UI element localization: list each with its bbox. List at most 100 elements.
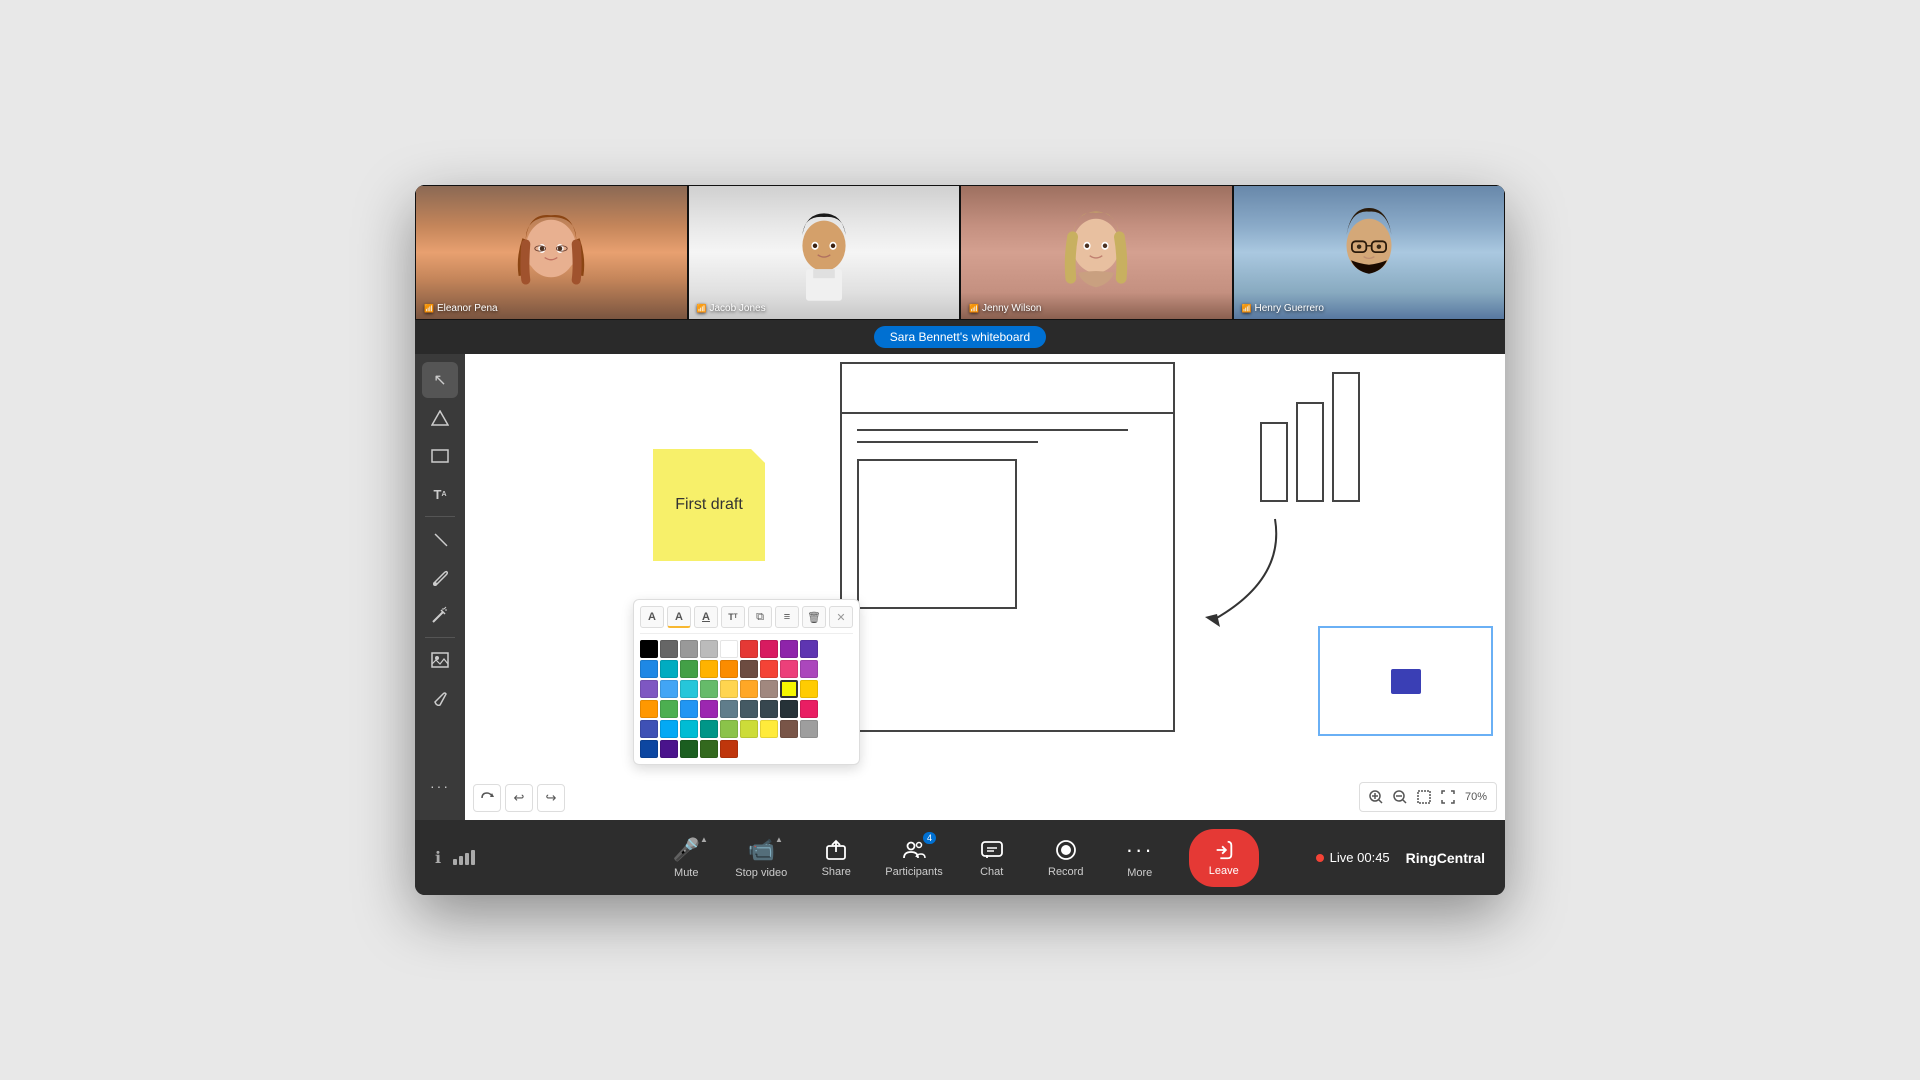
video-tile-henry[interactable]: 📶 Henry Guerrero [1233, 185, 1506, 320]
color-swatch-1[interactable] [660, 640, 678, 658]
color-swatch-17[interactable] [800, 660, 818, 678]
color-swatch-44[interactable] [800, 720, 818, 738]
record-button[interactable]: Record [1041, 838, 1091, 878]
color-swatch-15[interactable] [760, 660, 778, 678]
leave-button[interactable]: Leave [1189, 829, 1259, 887]
color-swatch-45[interactable] [640, 740, 658, 758]
cp-text-btn[interactable]: A [640, 606, 664, 628]
color-swatch-34[interactable] [780, 700, 798, 718]
color-swatch-10[interactable] [660, 660, 678, 678]
participants-button[interactable]: 4 Participants [885, 838, 942, 878]
cp-list-btn[interactable]: ≡ [775, 606, 799, 628]
zoom-out-btn[interactable] [1389, 786, 1411, 808]
color-swatch-8[interactable] [800, 640, 818, 658]
color-swatch-37[interactable] [660, 720, 678, 738]
canvas-bottom-left: ↩ ↪ [473, 784, 565, 812]
color-swatch-27[interactable] [640, 700, 658, 718]
zoom-in-btn[interactable] [1365, 786, 1387, 808]
blue-card[interactable] [1318, 626, 1493, 736]
color-swatch-29[interactable] [680, 700, 698, 718]
color-swatch-35[interactable] [800, 700, 818, 718]
color-swatch-48[interactable] [700, 740, 718, 758]
color-swatch-3[interactable] [700, 640, 718, 658]
undo-btn[interactable]: ↩ [505, 784, 533, 812]
brush-tool[interactable] [422, 559, 458, 595]
color-swatch-25[interactable] [780, 680, 798, 698]
eraser-tool[interactable] [422, 680, 458, 716]
mute-label: Mute [674, 867, 698, 879]
color-swatch-0[interactable] [640, 640, 658, 658]
color-swatch-33[interactable] [760, 700, 778, 718]
color-swatch-46[interactable] [660, 740, 678, 758]
image-tool[interactable] [422, 642, 458, 678]
color-swatch-36[interactable] [640, 720, 658, 738]
color-swatch-28[interactable] [660, 700, 678, 718]
sticky-note[interactable]: First draft [653, 449, 765, 561]
pen-tool[interactable]: | [415, 514, 465, 565]
participants-icon [902, 838, 926, 862]
color-swatch-7[interactable] [780, 640, 798, 658]
color-swatch-49[interactable] [720, 740, 738, 758]
share-button[interactable]: Share [811, 838, 861, 878]
cp-underline-btn[interactable]: A [694, 606, 718, 628]
signal-bars[interactable] [453, 850, 475, 865]
color-swatch-12[interactable] [700, 660, 718, 678]
color-swatch-26[interactable] [800, 680, 818, 698]
color-swatch-43[interactable] [780, 720, 798, 738]
color-swatch-2[interactable] [680, 640, 698, 658]
cp-copy-btn[interactable]: ⧉ [748, 606, 772, 628]
color-swatch-31[interactable] [720, 700, 738, 718]
color-swatch-40[interactable] [720, 720, 738, 738]
record-label: Record [1048, 866, 1083, 878]
video-strip: 📶 Eleanor Pena 📶 [415, 185, 1505, 320]
toolbar-left: ℹ [435, 848, 475, 868]
share-icon [824, 838, 848, 862]
video-tile-eleanor[interactable]: 📶 Eleanor Pena [415, 185, 688, 320]
info-button[interactable]: ℹ [435, 848, 441, 868]
cp-delete-btn[interactable]: 🗑 [802, 606, 826, 628]
color-swatch-5[interactable] [740, 640, 758, 658]
video-tile-jenny[interactable]: 📶 Jenny Wilson [960, 185, 1233, 320]
rect-tool[interactable] [422, 438, 458, 474]
video-tile-jacob[interactable]: 📶 Jacob Jones [688, 185, 961, 320]
cp-format-btn[interactable]: Tᵀ [721, 606, 745, 628]
color-swatch-6[interactable] [760, 640, 778, 658]
color-swatch-47[interactable] [680, 740, 698, 758]
color-swatch-4[interactable] [720, 640, 738, 658]
cp-close-btn[interactable]: ✕ [829, 606, 853, 628]
stop-video-button[interactable]: 📹 ▲ Stop video [735, 837, 787, 879]
mute-button[interactable]: 🎤 ▲ Mute [661, 837, 711, 879]
text-tool[interactable]: TA [422, 476, 458, 512]
fullscreen-btn[interactable] [1437, 786, 1459, 808]
color-swatch-13[interactable] [720, 660, 738, 678]
triangle-tool[interactable] [422, 400, 458, 436]
more-tools-btn[interactable]: ··· [422, 768, 458, 804]
magic-tool[interactable] [422, 597, 458, 633]
wireframe-bar-chart [1260, 372, 1360, 502]
color-swatch-30[interactable] [700, 700, 718, 718]
redo-btn[interactable]: ↪ [537, 784, 565, 812]
color-swatch-38[interactable] [680, 720, 698, 738]
color-swatch-11[interactable] [680, 660, 698, 678]
color-swatch-14[interactable] [740, 660, 758, 678]
color-swatch-23[interactable] [740, 680, 758, 698]
select-tool[interactable]: ↖ [422, 362, 458, 398]
color-swatch-24[interactable] [760, 680, 778, 698]
color-swatch-19[interactable] [660, 680, 678, 698]
cp-highlight-btn[interactable]: A [667, 606, 691, 628]
chat-button[interactable]: Chat [967, 838, 1017, 878]
color-swatch-22[interactable] [720, 680, 738, 698]
color-swatch-9[interactable] [640, 660, 658, 678]
fit-btn[interactable] [1413, 786, 1435, 808]
color-swatch-32[interactable] [740, 700, 758, 718]
whiteboard-canvas[interactable]: First draft A A A Tᵀ ⧉ ≡ 🗑 ✕ [465, 354, 1505, 820]
color-swatch-42[interactable] [760, 720, 778, 738]
color-swatch-21[interactable] [700, 680, 718, 698]
rotate-btn[interactable] [473, 784, 501, 812]
color-swatch-41[interactable] [740, 720, 758, 738]
color-swatch-16[interactable] [780, 660, 798, 678]
color-swatch-18[interactable] [640, 680, 658, 698]
color-swatch-39[interactable] [700, 720, 718, 738]
color-swatch-20[interactable] [680, 680, 698, 698]
more-button[interactable]: ··· More [1115, 837, 1165, 879]
